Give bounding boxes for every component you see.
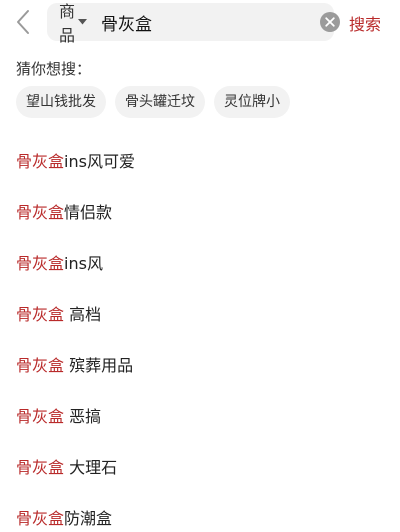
suggestion-highlight: 骨灰盒 <box>16 202 65 222</box>
clear-icon <box>320 12 341 32</box>
guess-chip[interactable]: 骨头罐迁坟 <box>115 86 205 118</box>
suggestion-text: ins风可爱 <box>64 151 135 171</box>
suggestion-list: 骨灰盒 ins风可爱 骨灰盒 情侣款 骨灰盒 ins风 骨灰盒 高档 骨灰盒 殡葬用品… <box>0 134 400 532</box>
suggestion-item[interactable]: 骨灰盒 大理石 <box>0 440 400 491</box>
suggestion-text: 高档 <box>64 304 102 324</box>
suggestion-item[interactable]: 骨灰盒 恶搞 <box>0 389 400 440</box>
guess-chips: 望山钱批发 骨头罐迁坟 灵位牌小 <box>16 86 299 118</box>
caret-down-icon <box>78 19 88 25</box>
suggestion-highlight: 骨灰盒 <box>16 406 65 426</box>
search-header: 商品 搜索 <box>0 0 400 46</box>
search-input[interactable] <box>101 7 321 37</box>
suggestion-item[interactable]: 骨灰盒 ins风 <box>0 236 400 287</box>
suggestion-item[interactable]: 骨灰盒 情侣款 <box>0 185 400 236</box>
suggestion-highlight: 骨灰盒 <box>16 304 65 324</box>
guess-chip[interactable]: 望山钱批发 <box>16 86 106 118</box>
guess-title: 猜你想搜： <box>16 60 92 78</box>
suggestion-text: 大理石 <box>64 457 118 477</box>
search-scope-label: 商品 <box>59 2 76 45</box>
suggestion-item[interactable]: 骨灰盒 殡葬用品 <box>0 338 400 389</box>
search-page: 商品 搜索 猜你想搜： 望山钱批发 骨头罐迁坟 灵位牌小 骨灰盒ins风可爱 <box>0 0 400 532</box>
suggestion-highlight: 骨灰盒 <box>16 151 65 171</box>
suggestion-highlight: 骨灰盒 <box>16 508 65 528</box>
suggestion-text: 恶搞 <box>64 406 102 426</box>
back-button[interactable] <box>10 8 36 36</box>
chevron-left-icon <box>17 10 29 34</box>
suggestion-text: ins风 <box>64 253 103 273</box>
suggestion-highlight: 骨灰盒 <box>16 457 65 477</box>
suggestion-highlight: 骨灰盒 <box>16 355 65 375</box>
suggestion-highlight: 骨灰盒 <box>16 253 65 273</box>
suggestion-item[interactable]: 骨灰盒 防潮盒 <box>0 491 400 532</box>
suggestion-item[interactable]: 骨灰盒 ins风可爱 <box>0 134 400 185</box>
suggestion-text: 殡葬用品 <box>64 355 134 375</box>
suggestion-item[interactable]: 骨灰盒 高档 <box>0 287 400 338</box>
guess-chip[interactable]: 灵位牌小 <box>214 86 290 118</box>
search-scope-selector[interactable]: 商品 <box>59 0 88 46</box>
suggestion-text: 防潮盒 <box>64 508 113 528</box>
clear-button[interactable] <box>320 12 341 32</box>
suggestion-text: 情侣款 <box>64 202 113 222</box>
search-button[interactable]: 搜索 <box>349 11 381 35</box>
search-box: 商品 <box>47 2 341 45</box>
